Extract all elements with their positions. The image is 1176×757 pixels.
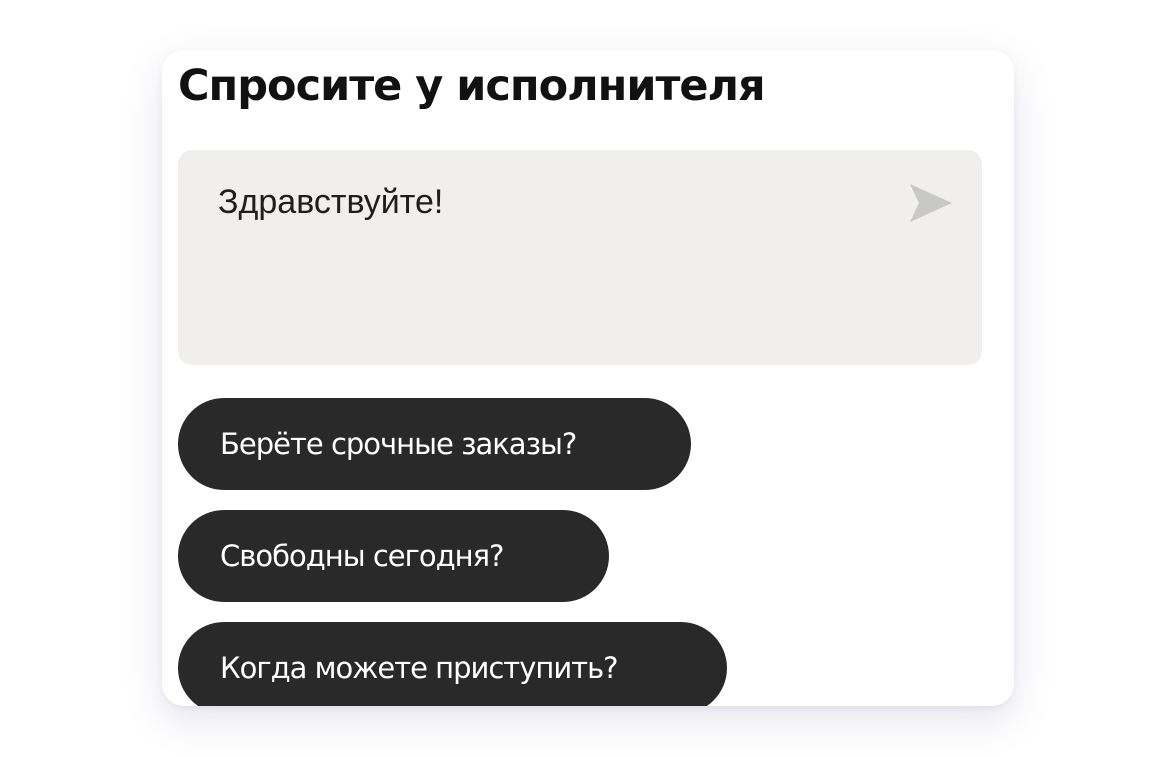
send-button[interactable] [906,178,956,228]
ask-performer-card: Спросите у исполнителя Здравствуйте! Бер… [162,50,1014,706]
quick-reply-free-today[interactable]: Свободны сегодня? [178,510,609,602]
message-input-text[interactable]: Здравствуйте! [218,180,443,224]
quick-reply-when-start[interactable]: Когда можете приступить? [178,622,727,706]
message-composer[interactable]: Здравствуйте! [178,150,982,365]
send-arrow-icon [910,184,952,222]
card-title: Спросите у исполнителя [178,61,766,111]
quick-reply-urgent-orders[interactable]: Берёте срочные заказы? [178,398,691,490]
